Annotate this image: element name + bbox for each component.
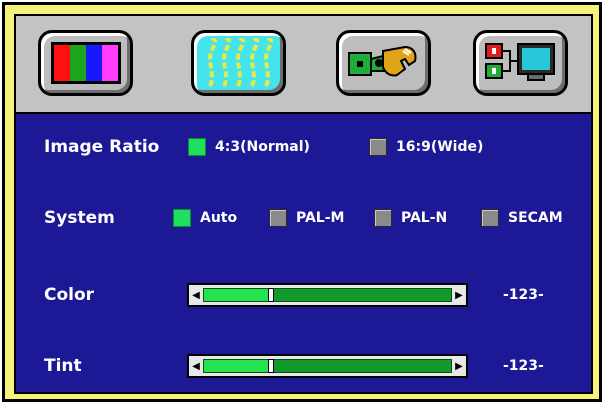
decrease-arrow-icon[interactable]: ◀ [189,356,203,376]
tint-row: Tint ◀ ▶ -123- [16,351,591,381]
color-label: Color [44,285,95,305]
option-label: 4:3(Normal) [215,139,310,155]
color-bars-icon [50,42,121,84]
wrench-settings-icon [347,45,416,77]
option-label: Auto [200,210,238,226]
color-row: Color ◀ ▶ -123- [16,280,591,310]
increase-arrow-icon[interactable]: ▶ [452,356,466,376]
slider-fill [204,360,271,372]
decrease-arrow-icon[interactable]: ◀ [189,285,203,305]
image-ratio-label: Image Ratio [44,137,160,157]
option-indicator [481,209,499,227]
option-label: 16:9(Wide) [396,139,484,155]
tab-color-bars[interactable] [38,30,133,96]
option-indicator [369,138,387,156]
image-ratio-row: Image Ratio 4:3(Normal) 16:9(Wide) [16,132,591,162]
system-option-pal-m[interactable]: PAL-M [269,203,344,233]
slider-fill [204,289,271,301]
slider-trough [203,288,452,302]
settings-panel: Image Ratio 4:3(Normal) 16:9(Wide) Syste… [16,114,591,392]
option-indicator [173,209,191,227]
option-label: SECAM [508,210,563,226]
tint-slider[interactable]: ◀ ▶ [187,354,468,378]
option-label: PAL-N [401,210,448,226]
image-ratio-option-normal[interactable]: 4:3(Normal) [188,132,310,162]
image-ratio-option-wide[interactable]: 16:9(Wide) [369,132,483,162]
osd-window: Image Ratio 4:3(Normal) 16:9(Wide) Syste… [14,14,593,394]
picture-waves-icon [207,38,273,87]
option-indicator [269,209,287,227]
option-indicator [188,138,206,156]
tab-settings[interactable] [336,30,431,96]
slider-thumb[interactable] [267,359,274,373]
osd-frame: Image Ratio 4:3(Normal) 16:9(Wide) Syste… [2,2,602,402]
increase-arrow-icon[interactable]: ▶ [452,285,466,305]
system-label: System [44,208,115,228]
option-label: PAL-M [296,210,345,226]
system-option-auto[interactable]: Auto [173,203,237,233]
tint-label: Tint [44,356,82,376]
input-source-monitor-icon [484,43,555,81]
system-option-pal-n[interactable]: PAL-N [374,203,447,233]
tab-input-source[interactable] [473,30,568,96]
tint-value: -123- [503,358,544,374]
tab-picture[interactable] [191,30,286,96]
slider-trough [203,359,452,373]
color-slider[interactable]: ◀ ▶ [187,283,468,307]
system-row: System Auto PAL-M PAL-N SECAM [16,203,591,233]
color-value: -123- [503,287,544,303]
slider-thumb[interactable] [267,288,274,302]
option-indicator [374,209,392,227]
system-option-secam[interactable]: SECAM [481,203,563,233]
tab-bar [16,16,591,114]
